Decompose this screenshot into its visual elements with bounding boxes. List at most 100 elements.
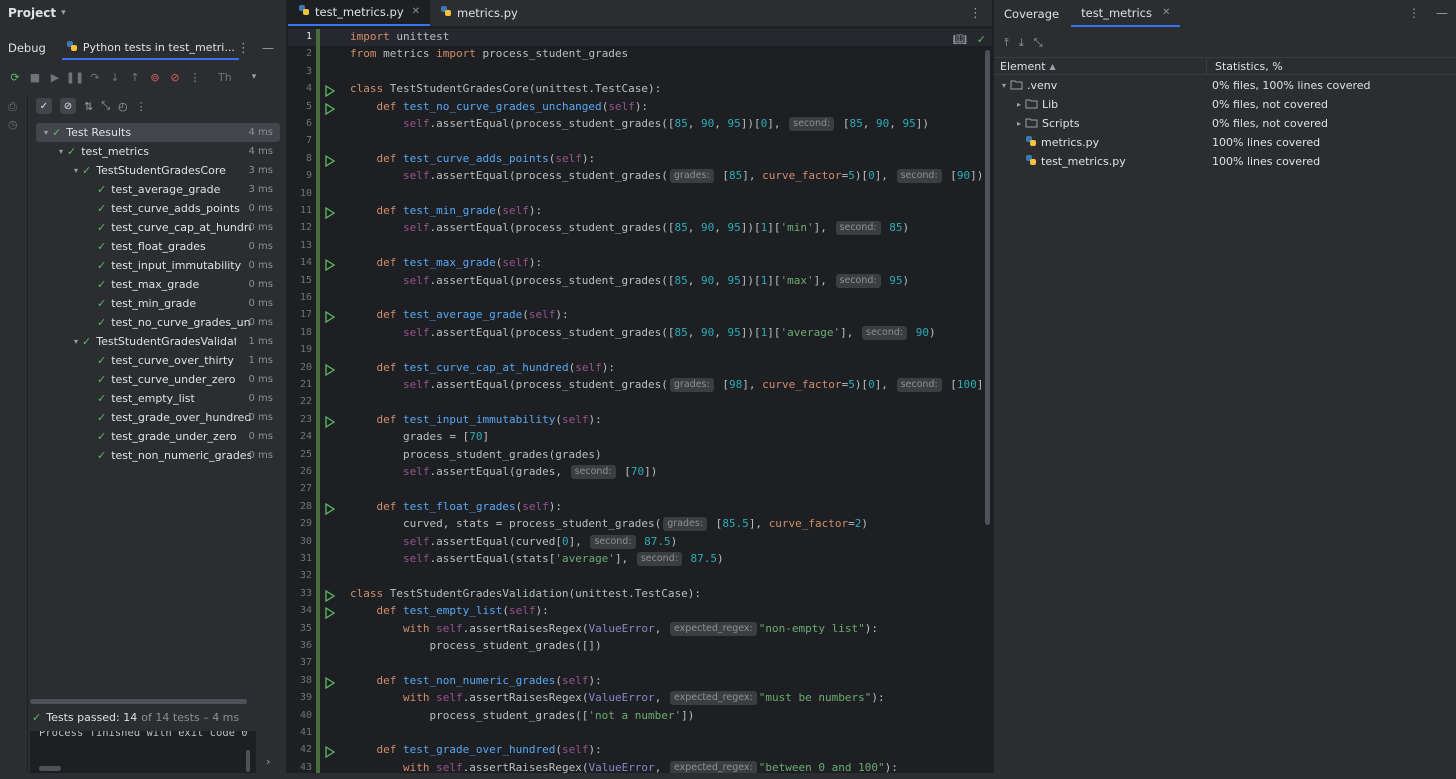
- test-tree-item[interactable]: ✓ test_max_grade 0 ms: [36, 275, 280, 294]
- code-line[interactable]: with self.assertRaisesRegex(ValueError, …: [350, 691, 885, 706]
- chevron-down-icon[interactable]: ▾: [40, 128, 52, 137]
- test-tree-item[interactable]: ▾ ✓ TestStudentGradesCore 3 ms: [36, 161, 280, 180]
- console-output[interactable]: Process finished with exit code 0: [30, 731, 256, 773]
- minimize-icon[interactable]: —: [1436, 6, 1448, 20]
- code-line[interactable]: def test_grade_over_hundred(self):: [350, 743, 602, 756]
- run-test-icon[interactable]: [324, 206, 336, 220]
- code-line[interactable]: grades = [70]: [350, 430, 489, 443]
- test-tree-item[interactable]: ✓ test_no_curve_grades_unch 0 ms: [36, 313, 280, 332]
- code-line[interactable]: self.assertEqual(grades, second: [70]): [350, 465, 657, 479]
- test-tree-item[interactable]: ✓ test_curve_under_zero 0 ms: [36, 370, 280, 389]
- test-tree-item[interactable]: ✓ test_min_grade 0 ms: [36, 294, 280, 313]
- horizontal-scrollbar[interactable]: [30, 699, 247, 704]
- run-test-icon[interactable]: [324, 85, 336, 98]
- navigate-down-icon[interactable]: ⤓: [1019, 36, 1024, 50]
- chevron-down-icon[interactable]: ▾: [252, 72, 257, 82]
- test-tree-item[interactable]: ✓ test_empty_list 0 ms: [36, 389, 280, 408]
- coverage-row[interactable]: metrics.py 100% lines covered: [994, 133, 1456, 152]
- more-options-icon[interactable]: ⋮: [1408, 6, 1420, 20]
- project-selector[interactable]: Project ▾: [0, 0, 286, 26]
- navigate-up-icon[interactable]: ⤒: [1004, 36, 1009, 50]
- test-tree-item[interactable]: ✓ test_non_numeric_grades 0 ms: [36, 446, 280, 465]
- threads-label[interactable]: Th: [218, 71, 232, 84]
- editor-tab[interactable]: metrics.py: [430, 0, 528, 26]
- test-tree-item[interactable]: ▾✓ TestStudentGradesValidation 1 ms: [36, 332, 280, 351]
- code-line[interactable]: def test_no_curve_grades_unchanged(self)…: [350, 100, 649, 113]
- debug-session-tab[interactable]: Python tests in test_metri...: [61, 36, 239, 60]
- code-line[interactable]: def test_empty_list(self):: [350, 604, 549, 617]
- run-test-icon[interactable]: [324, 607, 336, 620]
- test-tree-item[interactable]: ✓ test_curve_over_thirty 1 ms: [36, 351, 280, 370]
- step-out-icon[interactable]: ↑: [128, 70, 142, 84]
- code-line[interactable]: self.assertEqual(process_student_grades(…: [350, 169, 983, 184]
- code-line[interactable]: curved, stats = process_student_grades(g…: [350, 517, 868, 532]
- code-line[interactable]: def test_curve_adds_points(self):: [350, 152, 596, 165]
- code-line[interactable]: def test_input_immutability(self):: [350, 413, 602, 426]
- step-over-icon[interactable]: ↷: [88, 70, 102, 84]
- code-line[interactable]: def test_average_grade(self):: [350, 308, 569, 321]
- print-icon[interactable]: ⎙: [8, 100, 27, 114]
- collapse-icon[interactable]: ⤡: [1034, 36, 1043, 50]
- run-test-icon[interactable]: [324, 589, 336, 602]
- more-options-icon[interactable]: ⋮: [237, 41, 250, 56]
- run-test-icon[interactable]: [324, 676, 336, 689]
- code-line[interactable]: with self.assertRaisesRegex(ValueError, …: [350, 621, 878, 636]
- test-tree-item[interactable]: ✓ test_grade_under_zero 0 ms: [36, 427, 280, 446]
- run-test-icon[interactable]: [324, 502, 336, 515]
- code-line[interactable]: self.assertEqual(process_student_grades(…: [350, 221, 909, 236]
- coverage-row[interactable]: ▾ .venv 0% files, 100% lines covered: [994, 76, 1456, 95]
- inspection-ok-icon[interactable]: ✓: [977, 33, 986, 46]
- run-test-icon[interactable]: [324, 259, 336, 272]
- code-line[interactable]: process_student_grades([]): [350, 639, 601, 652]
- show-passed-icon[interactable]: ✓: [36, 98, 52, 114]
- clock-icon[interactable]: ◴: [118, 100, 128, 113]
- code-line[interactable]: def test_max_grade(self):: [350, 256, 543, 269]
- more-options-icon[interactable]: ⋮: [969, 6, 982, 21]
- run-test-icon[interactable]: [324, 102, 336, 115]
- chevron-down-icon[interactable]: ▾: [70, 166, 82, 175]
- show-ignored-icon[interactable]: ⊘: [60, 98, 76, 114]
- collapse-icon[interactable]: ⤡: [101, 99, 110, 113]
- code-line[interactable]: class TestStudentGradesValidation(unitte…: [350, 587, 701, 600]
- chevron-right-icon[interactable]: ›: [266, 755, 270, 768]
- step-into-icon[interactable]: ↓: [108, 70, 122, 84]
- code-line[interactable]: def test_non_numeric_grades(self):: [350, 674, 602, 687]
- pause-icon[interactable]: ❚❚: [66, 70, 84, 84]
- code-line[interactable]: self.assertEqual(process_student_grades(…: [350, 273, 909, 288]
- code-line[interactable]: def test_min_grade(self):: [350, 204, 543, 217]
- minimize-icon[interactable]: —: [262, 41, 274, 55]
- code-line[interactable]: class TestStudentGradesCore(unittest.Tes…: [350, 82, 661, 95]
- chevron-down-icon[interactable]: ▾: [70, 337, 82, 346]
- more-actions-icon[interactable]: ⋮: [188, 70, 202, 84]
- sort-icon[interactable]: ⇅: [84, 100, 93, 113]
- run-test-icon[interactable]: [324, 746, 336, 759]
- coverage-tab[interactable]: test_metrics ✕: [1071, 0, 1181, 27]
- chevron-right-icon[interactable]: ▸: [1013, 119, 1025, 128]
- code-line[interactable]: from metrics import process_student_grad…: [350, 47, 628, 60]
- test-tree-item[interactable]: ✓ test_curve_cap_at_hundred 0 ms: [36, 218, 280, 237]
- history-icon[interactable]: ◷: [8, 118, 27, 131]
- code-line[interactable]: def test_curve_cap_at_hundred(self):: [350, 361, 615, 374]
- coverage-row[interactable]: ▸ Scripts 0% files, not covered: [994, 114, 1456, 133]
- resume-icon[interactable]: ▶: [48, 70, 62, 84]
- run-test-icon[interactable]: [324, 154, 336, 167]
- run-test-icon[interactable]: [324, 363, 336, 376]
- chevron-down-icon[interactable]: ▾: [998, 81, 1010, 90]
- coverage-row[interactable]: ▸ Lib 0% files, not covered: [994, 95, 1456, 114]
- code-line[interactable]: def test_float_grades(self):: [350, 500, 562, 513]
- vertical-scrollbar[interactable]: [985, 50, 990, 525]
- more-options-icon[interactable]: ⋮: [136, 100, 147, 113]
- column-element[interactable]: Element ▲: [994, 58, 1207, 74]
- reader-mode-icon[interactable]: 📖︎: [953, 33, 967, 46]
- code-line[interactable]: self.assertEqual(process_student_grades(…: [350, 325, 936, 340]
- rerun-icon[interactable]: ⟳: [8, 70, 22, 84]
- chevron-right-icon[interactable]: ▸: [1013, 100, 1025, 109]
- close-icon[interactable]: ✕: [1162, 7, 1170, 18]
- code-area[interactable]: 1 2 3 4 5 6 7 8 9 10 11 12 13 14 15 16 17 18 19 20 21 22 23 24 2…: [288, 29, 992, 779]
- test-tree-item[interactable]: ✓ test_input_immutability 0 ms: [36, 256, 280, 275]
- coverage-row[interactable]: test_metrics.py 100% lines covered: [994, 152, 1456, 171]
- splitter-handle[interactable]: [246, 750, 250, 772]
- view-breakpoints-icon[interactable]: ⊚: [148, 70, 162, 84]
- test-tree-item[interactable]: ✓ test_curve_adds_points 0 ms: [36, 199, 280, 218]
- test-tree-item[interactable]: ✓ test_grade_over_hundred 0 ms: [36, 408, 280, 427]
